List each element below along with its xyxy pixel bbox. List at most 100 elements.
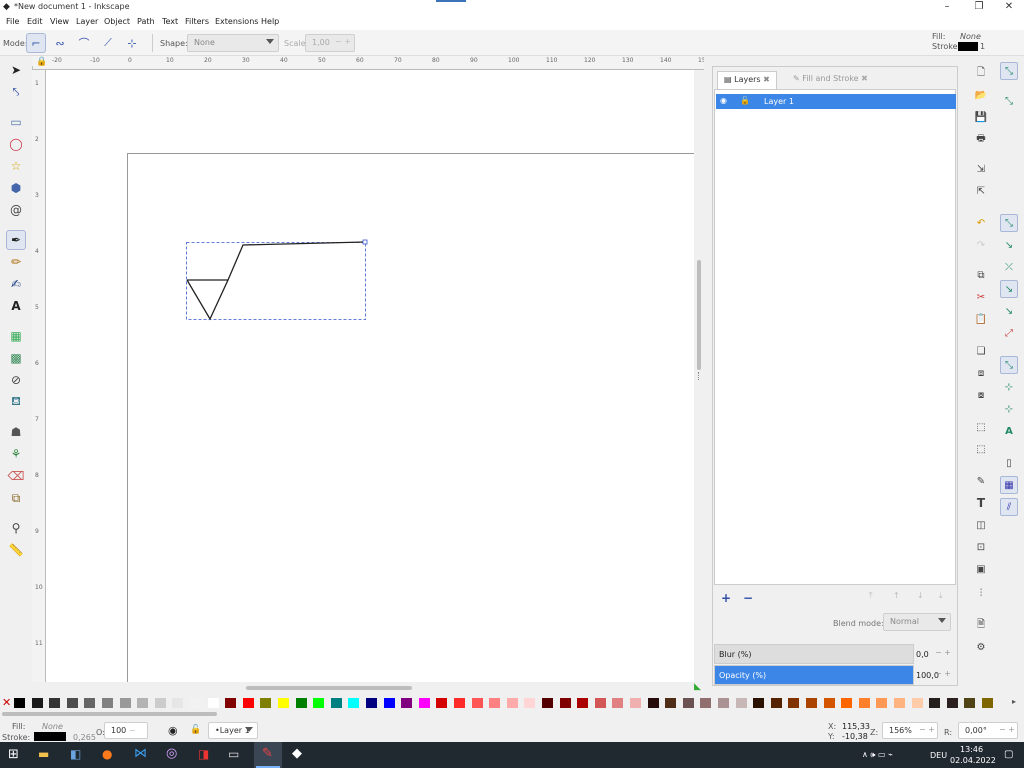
opacity-status-input[interactable]: 100 −: [104, 722, 148, 739]
color-swatch[interactable]: [436, 698, 448, 708]
menu-file[interactable]: File: [6, 17, 19, 26]
scale-input[interactable]: 1,00 − +: [305, 34, 355, 52]
palette-menu-icon[interactable]: ▸: [1012, 697, 1016, 706]
system-tray-icons[interactable]: ∧ 🕪 ▭ ⌁: [862, 750, 893, 760]
blur-slider[interactable]: Blur (%): [714, 644, 914, 664]
vertical-scrollbar[interactable]: [694, 70, 704, 682]
dock-handle[interactable]: [698, 372, 700, 380]
menu-edit[interactable]: Edit: [27, 17, 43, 26]
bezier-mode-button[interactable]: ⌐: [26, 33, 46, 53]
close-icon[interactable]: ✖: [861, 74, 868, 83]
inkscape-taskbar-icon[interactable]: ◆: [292, 746, 302, 761]
opacity-slider[interactable]: Opacity (%): [714, 665, 914, 685]
remove-layer-button[interactable]: −: [743, 591, 753, 605]
connector-tool-icon[interactable]: ⧉: [6, 488, 26, 508]
horizontal-scrollbar[interactable]: ◣: [46, 682, 701, 694]
blur-value[interactable]: 0,0: [916, 650, 929, 659]
close-icon[interactable]: ✖: [763, 75, 770, 84]
eye-icon[interactable]: ◉: [720, 96, 727, 105]
color-swatch[interactable]: [383, 698, 395, 708]
snap-text-baseline-icon[interactable]: A: [1000, 422, 1018, 440]
snap-bbox-icon[interactable]: ⤡: [1000, 92, 1018, 110]
spiro-mode-button[interactable]: ∾: [50, 33, 70, 53]
eye-icon[interactable]: ◉: [168, 724, 178, 737]
fill-stroke-dialog-icon[interactable]: ✎: [972, 472, 990, 490]
presentation-icon[interactable]: ✎: [262, 746, 273, 761]
color-swatch[interactable]: [964, 698, 976, 708]
windows-start-icon[interactable]: ⊞: [8, 747, 19, 762]
calligraphy-tool-icon[interactable]: ✍: [6, 274, 26, 294]
stroke-swatch[interactable]: [958, 42, 978, 51]
zoom-input[interactable]: 156% − +: [882, 722, 938, 739]
notification-icon[interactable]: ▢: [1004, 749, 1013, 760]
cut-icon[interactable]: ✂: [972, 288, 990, 306]
snap-midpoints-icon[interactable]: ⤢: [1000, 324, 1018, 342]
color-swatch[interactable]: [418, 698, 430, 708]
tab-fill-and-stroke[interactable]: ✎ Fill and Stroke ✖: [787, 71, 874, 89]
snap-enable-icon[interactable]: ⤡: [1000, 62, 1018, 80]
rectangle-tool-icon[interactable]: ▭: [6, 112, 26, 132]
snap-intersections-icon[interactable]: ⤫: [1000, 258, 1018, 276]
xml-editor-icon[interactable]: ⊡: [972, 538, 990, 556]
color-swatch[interactable]: [401, 698, 413, 708]
copy-icon[interactable]: ⧉: [972, 266, 990, 284]
save-icon[interactable]: 💾: [972, 108, 990, 126]
snap-rotation-center-icon[interactable]: ⊹: [1000, 400, 1018, 418]
stroke-status-swatch[interactable]: [34, 732, 66, 741]
color-swatch[interactable]: [823, 698, 835, 708]
menu-extensions[interactable]: Extensions: [215, 17, 258, 26]
tab-layers[interactable]: ▤ Layers ✖: [717, 71, 777, 89]
blur-stepper[interactable]: − +: [935, 648, 951, 657]
color-swatch[interactable]: [682, 698, 694, 708]
menu-view[interactable]: View: [50, 17, 69, 26]
color-swatch[interactable]: [295, 698, 307, 708]
current-layer-dropdown[interactable]: •Layer 1: [208, 722, 258, 739]
open-icon[interactable]: 📂: [972, 86, 990, 104]
color-swatch[interactable]: [471, 698, 483, 708]
horizontal-scroll-thumb[interactable]: [246, 686, 412, 690]
move-up-icon[interactable]: ↑: [893, 591, 900, 600]
clock-date[interactable]: 02.04.2022: [950, 756, 996, 765]
menu-text[interactable]: Text: [162, 17, 178, 26]
print-icon[interactable]: 🖶: [972, 130, 990, 148]
color-swatch[interactable]: [647, 698, 659, 708]
color-swatch[interactable]: [753, 698, 765, 708]
group-icon[interactable]: ⬚: [972, 418, 990, 436]
no-paint-icon[interactable]: ✕: [2, 696, 11, 709]
color-swatch[interactable]: [594, 698, 606, 708]
color-swatch[interactable]: [102, 698, 113, 708]
color-swatch[interactable]: [506, 698, 518, 708]
spray-tool-icon[interactable]: ⚘: [6, 444, 26, 464]
blend-mode-dropdown[interactable]: Normal: [883, 613, 951, 631]
align-distribute-icon[interactable]: ⫶: [972, 584, 990, 602]
star-tool-icon[interactable]: ☆: [6, 156, 26, 176]
color-swatch[interactable]: [207, 698, 219, 708]
move-top-icon[interactable]: ⤒: [869, 591, 873, 601]
zigzag-mode-button[interactable]: ⟋: [98, 33, 118, 53]
snap-nodes-icon[interactable]: ⤡: [1000, 214, 1018, 232]
menu-object[interactable]: Object: [104, 17, 130, 26]
color-swatch[interactable]: [718, 698, 729, 708]
canvas[interactable]: [46, 70, 694, 682]
color-swatch[interactable]: [841, 698, 853, 708]
text-font-icon[interactable]: T: [972, 494, 990, 512]
snap-grid-icon[interactable]: ▦: [1000, 476, 1018, 494]
drawing[interactable]: [46, 70, 694, 682]
paraxial-mode-button[interactable]: ⊹: [122, 33, 142, 53]
text-tool-icon[interactable]: A: [6, 296, 26, 316]
color-swatch[interactable]: [330, 698, 342, 708]
menu-filters[interactable]: Filters: [185, 17, 209, 26]
layer-row[interactable]: ◉ 🔓 Layer 1: [716, 94, 956, 109]
objects-dialog-icon[interactable]: ▣: [972, 560, 990, 578]
maximize-button[interactable]: ❐: [964, 0, 994, 14]
zoom-tool-icon[interactable]: ⚲: [6, 518, 26, 538]
paint-bucket-tool-icon[interactable]: ⛾: [6, 392, 26, 412]
color-swatch[interactable]: [876, 698, 888, 708]
color-swatch[interactable]: [66, 698, 78, 708]
color-swatch[interactable]: [366, 698, 377, 708]
dropper-tool-icon[interactable]: ⊘: [6, 370, 26, 390]
color-swatch[interactable]: [242, 698, 254, 708]
file-explorer-icon[interactable]: ▬: [38, 747, 49, 761]
color-swatch[interactable]: [894, 698, 905, 708]
obs-icon[interactable]: ◎: [166, 746, 177, 761]
